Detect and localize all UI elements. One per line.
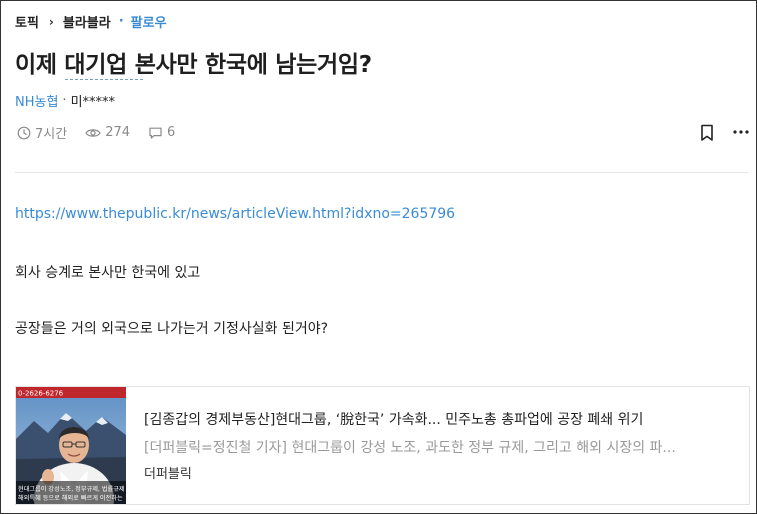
breadcrumb-board[interactable]: 블라블라 <box>63 12 111 31</box>
author-name[interactable]: 미***** <box>71 91 115 110</box>
link-preview-title: [김종갑의 경제부동산]현대그룹, ‘脫한국’ 가속화... 민주노총 총파업에… <box>144 412 644 428</box>
post-time-label: 7시간 <box>35 127 68 142</box>
bookmark-icon[interactable] <box>699 124 715 142</box>
post-time: 7시간 <box>17 123 67 142</box>
article-link[interactable]: https://www.thepublic.kr/news/articleVie… <box>15 206 455 222</box>
author-separator: · <box>62 93 67 108</box>
post-paragraph: 공장들은 거의 외국으로 나가는거 기정사실화 된거야? <box>15 321 329 337</box>
clock-icon <box>17 126 31 139</box>
post-comments[interactable]: 6 <box>148 125 175 140</box>
link-preview-thumbnail: 0-2626-6276 현대그룹이 강성노조, 정부규제, 법률규제 해외특혜 … <box>16 387 126 504</box>
post-meta: 7시간 274 6 <box>17 123 193 142</box>
breadcrumb-dot: · <box>118 14 124 29</box>
link-preview-description: [더퍼블릭=정진철 기자] 현대그룹이 강성 노조, 과도한 정부 규제, 그리… <box>144 440 676 456</box>
svg-text:해외특혜 등으로 해외로 빠르게 이전하는: 해외특혜 등으로 해외로 빠르게 이전하는 <box>18 494 123 502</box>
post-views: 274 <box>85 125 130 140</box>
more-icon[interactable] <box>731 122 751 142</box>
post-views-count: 274 <box>105 125 131 140</box>
svg-text:0-2626-6276: 0-2626-6276 <box>18 390 64 398</box>
comment-icon <box>149 127 162 139</box>
author-row: NH농협 · 미***** <box>15 91 115 110</box>
post-paragraph: 회사 승계로 본사만 한국에 있고 <box>15 265 201 281</box>
svg-text:현대그룹이 강성노조, 정부규제, 법률규제: 현대그룹이 강성노조, 정부규제, 법률규제 <box>18 485 125 493</box>
breadcrumb: 토픽 › 블라블라 · 팔로우 <box>15 12 167 31</box>
author-company[interactable]: NH농협 <box>15 91 58 110</box>
follow-button[interactable]: 팔로우 <box>131 12 167 31</box>
post-comments-count: 6 <box>167 125 176 140</box>
header-divider <box>15 172 748 173</box>
link-preview-card[interactable]: 0-2626-6276 현대그룹이 강성노조, 정부규제, 법률규제 해외특혜 … <box>15 386 750 505</box>
link-preview-source: 더퍼블릭 <box>144 467 192 482</box>
chevron-right-icon: › <box>48 14 54 29</box>
eye-icon <box>85 128 101 137</box>
breadcrumb-topic[interactable]: 토픽 <box>15 12 39 31</box>
post-page: 토픽 › 블라블라 · 팔로우 이제 대기업 본사만 한국에 남는거임? NH농… <box>0 0 757 514</box>
spellcheck-underline <box>65 79 143 80</box>
post-title: 이제 대기업 본사만 한국에 남는거임? <box>15 52 372 78</box>
